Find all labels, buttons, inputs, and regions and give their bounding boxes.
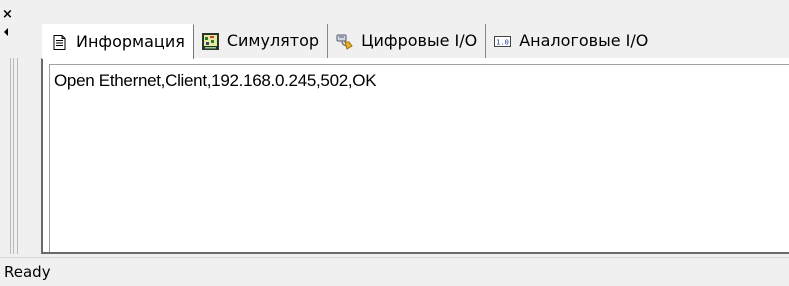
status-text: Ready	[4, 263, 51, 281]
output-pane: Open Ethernet,Client,192.168.0.245,502,O…	[41, 58, 789, 254]
tab-information[interactable]: Информация	[42, 24, 194, 59]
log-line: Open Ethernet,Client,192.168.0.245,502,O…	[54, 71, 377, 90]
tab-bar: Информация Симулятор Цифровые I/O 1.0 Ан…	[42, 24, 789, 59]
tab-digital-io[interactable]: Цифровые I/O	[328, 24, 487, 58]
simulator-icon	[201, 32, 219, 50]
analog-io-icon: 1.0	[494, 33, 512, 50]
tab-simulator[interactable]: Симулятор	[194, 24, 329, 58]
tab-label: Информация	[76, 32, 185, 51]
status-bar: Ready	[0, 257, 789, 286]
close-icon[interactable]: ×	[2, 8, 13, 21]
tab-label: Аналоговые I/O	[519, 31, 649, 50]
svg-text:1.0: 1.0	[496, 38, 509, 46]
tab-label: Симулятор	[226, 31, 320, 50]
tab-label: Цифровые I/O	[361, 31, 478, 50]
panel-grip-handle[interactable]	[10, 58, 18, 254]
digital-io-icon	[336, 33, 353, 50]
pin-arrow-icon[interactable]	[4, 28, 8, 36]
output-text-area[interactable]: Open Ethernet,Client,192.168.0.245,502,O…	[49, 64, 789, 252]
document-icon	[51, 34, 68, 51]
tab-analog-io[interactable]: 1.0 Аналоговые I/O	[486, 24, 656, 58]
